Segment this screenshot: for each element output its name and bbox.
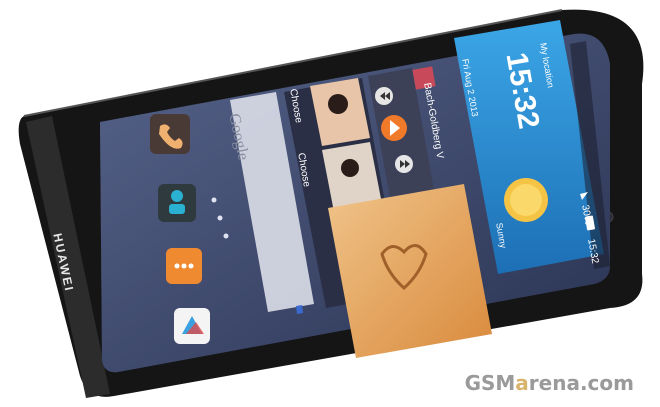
phone-app-icon[interactable] [150, 114, 190, 154]
photo-widget[interactable] [328, 184, 492, 358]
photo-stage: HUAWEI Google Choose Choose Bach-Goldber… [0, 0, 660, 407]
gsmarena-watermark: GSMarena.com [465, 371, 634, 395]
contacts-app-icon[interactable] [158, 184, 196, 222]
watermark-accent: a [515, 371, 529, 395]
mic-icon[interactable] [296, 305, 303, 314]
watermark-right: rena.com [528, 371, 634, 395]
phone-device [18, 9, 644, 398]
watermark-left: GSM [464, 371, 516, 395]
